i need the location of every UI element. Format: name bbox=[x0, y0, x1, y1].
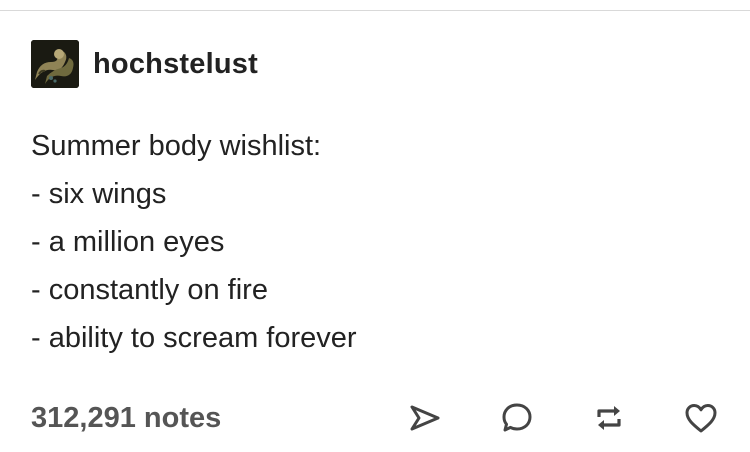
comment-icon bbox=[502, 403, 532, 432]
post-text-line: - constantly on fire bbox=[31, 274, 268, 306]
post-header: hochstelust bbox=[31, 40, 258, 88]
avatar-image bbox=[31, 40, 79, 88]
post-actions bbox=[405, 396, 721, 440]
heart-icon bbox=[685, 404, 717, 433]
reblog-icon bbox=[597, 406, 621, 430]
post-body: Summer body wishlist: - six wings - a mi… bbox=[31, 122, 357, 362]
post-text-line: - a million eyes bbox=[31, 226, 225, 258]
reblog-button[interactable] bbox=[589, 398, 629, 438]
like-button[interactable] bbox=[681, 398, 721, 438]
reply-button[interactable] bbox=[497, 398, 537, 438]
post-text-line: Summer body wishlist: bbox=[31, 130, 322, 162]
post-footer: 312,291 notes bbox=[31, 396, 721, 440]
share-icon bbox=[410, 405, 440, 431]
notes-count[interactable]: 312,291 notes bbox=[31, 402, 221, 435]
share-button[interactable] bbox=[405, 398, 445, 438]
username[interactable]: hochstelust bbox=[93, 48, 258, 81]
post-text-line: - ability to scream forever bbox=[31, 322, 357, 354]
avatar[interactable] bbox=[31, 40, 79, 88]
top-divider bbox=[0, 10, 750, 11]
post-text-line: - six wings bbox=[31, 178, 167, 210]
